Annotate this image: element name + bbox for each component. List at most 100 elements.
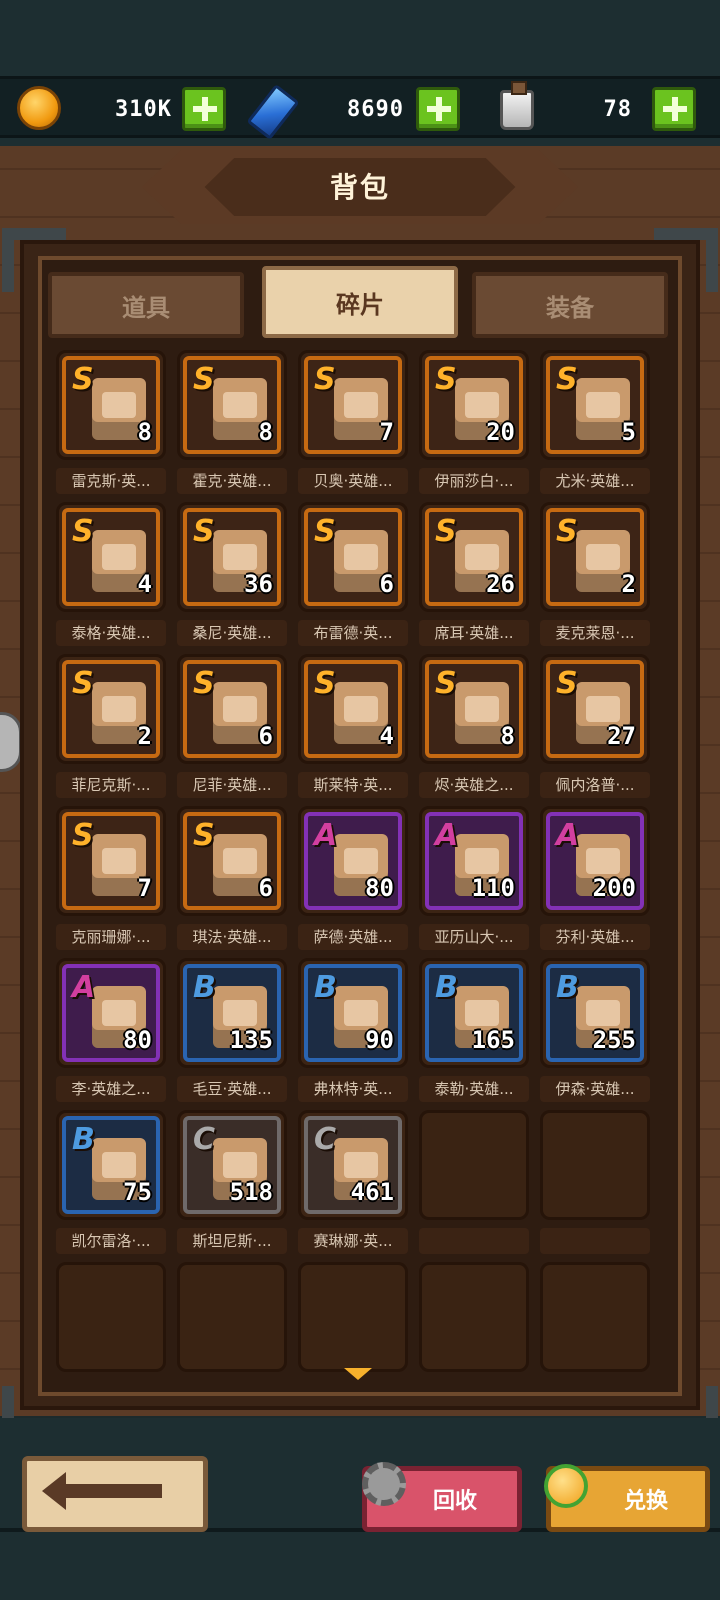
fragment-slot[interactable]: S 27 bbox=[540, 654, 650, 764]
fragment-slot[interactable]: B 165 bbox=[419, 958, 529, 1068]
hero-name-label: 麦克莱恩·... bbox=[540, 620, 650, 646]
rarity-frame: S 27 bbox=[546, 660, 644, 758]
fragment-count: 255 bbox=[592, 1026, 636, 1054]
fragment-slot[interactable]: B 255 bbox=[540, 958, 650, 1068]
fragment-count: 6 bbox=[379, 570, 394, 598]
page-title: 背包 bbox=[329, 171, 390, 204]
hero-name-label: 霍克·英雄... bbox=[177, 468, 287, 494]
fragment-slot[interactable]: S7 bbox=[298, 350, 408, 460]
fragment-count: 20 bbox=[486, 418, 515, 446]
fragment-slot[interactable]: S5 bbox=[540, 350, 650, 460]
hero-name-label: 贝奥·英雄... bbox=[298, 468, 408, 494]
fragment-slot[interactable]: S 26 bbox=[419, 502, 529, 612]
fragment-count: 90 bbox=[365, 1026, 394, 1054]
tab-items[interactable]: 道具 bbox=[48, 272, 244, 338]
fragment-slot[interactable]: S2 bbox=[56, 654, 166, 764]
fragment-count: 8 bbox=[500, 722, 515, 750]
rarity-frame: S2 bbox=[546, 508, 644, 606]
potion-amount: 78 bbox=[603, 97, 632, 122]
rarity-frame: S4 bbox=[62, 508, 160, 606]
hero-name-label: 桑尼·英雄... bbox=[177, 620, 287, 646]
fragment-slot[interactable]: S7 bbox=[56, 806, 166, 916]
fragment-slot[interactable]: A 80 bbox=[56, 958, 166, 1068]
rarity-frame: A 110 bbox=[425, 812, 523, 910]
hero-name-label: 毛豆·英雄... bbox=[177, 1076, 287, 1102]
gold-amount: 310K bbox=[115, 97, 172, 122]
add-gold-button[interactable] bbox=[182, 87, 226, 131]
fragment-count: 518 bbox=[229, 1178, 273, 1206]
rank-badge: S bbox=[556, 514, 578, 549]
fragment-slot[interactable]: A 110 bbox=[419, 806, 529, 916]
fragment-slot[interactable]: A 200 bbox=[540, 806, 650, 916]
rarity-frame: S8 bbox=[62, 356, 160, 454]
rarity-frame: A 80 bbox=[304, 812, 402, 910]
empty-slot bbox=[419, 1110, 529, 1220]
fragment-slot[interactable]: B 135 bbox=[177, 958, 287, 1068]
rank-badge: A bbox=[72, 970, 96, 1005]
fragment-slot[interactable]: S2 bbox=[540, 502, 650, 612]
rank-badge: S bbox=[435, 666, 457, 701]
hero-name-label: 芬利·英雄... bbox=[540, 924, 650, 950]
rarity-frame: C 518 bbox=[183, 1116, 281, 1214]
hero-name-label: 伊森·英雄... bbox=[540, 1076, 650, 1102]
fragment-count: 4 bbox=[379, 722, 394, 750]
fragment-slot[interactable]: S4 bbox=[298, 654, 408, 764]
hero-name-label: 亚历山大·... bbox=[419, 924, 529, 950]
fragment-slot[interactable]: S8 bbox=[177, 350, 287, 460]
rank-badge: C bbox=[193, 1122, 216, 1157]
fragment-slot[interactable]: A 80 bbox=[298, 806, 408, 916]
fragment-slot[interactable]: B 90 bbox=[298, 958, 408, 1068]
fragment-count: 7 bbox=[137, 874, 152, 902]
fragment-slot[interactable]: S 36 bbox=[177, 502, 287, 612]
fragment-slot[interactable]: S8 bbox=[56, 350, 166, 460]
fragment-count: 75 bbox=[123, 1178, 152, 1206]
rank-badge: S bbox=[72, 514, 94, 549]
fragment-slot[interactable]: B 75 bbox=[56, 1110, 166, 1220]
fragment-slot[interactable]: S4 bbox=[56, 502, 166, 612]
rarity-frame: S8 bbox=[183, 356, 281, 454]
rarity-frame: S7 bbox=[62, 812, 160, 910]
empty-slot bbox=[540, 1262, 650, 1372]
tab-equipment[interactable]: 装备 bbox=[472, 272, 668, 338]
rarity-frame: B 90 bbox=[304, 964, 402, 1062]
rarity-frame: B 135 bbox=[183, 964, 281, 1062]
fragment-slot[interactable]: S8 bbox=[419, 654, 529, 764]
rank-badge: A bbox=[314, 818, 338, 853]
rank-badge: C bbox=[314, 1122, 337, 1157]
rank-badge: S bbox=[435, 362, 457, 397]
rarity-frame: B 255 bbox=[546, 964, 644, 1062]
fragment-count: 5 bbox=[621, 418, 636, 446]
fragment-count: 4 bbox=[137, 570, 152, 598]
fragment-slot[interactable]: S6 bbox=[177, 654, 287, 764]
hero-name-label: 布雷德·英... bbox=[298, 620, 408, 646]
fragment-count: 80 bbox=[365, 874, 394, 902]
empty-slot bbox=[540, 1110, 650, 1220]
fragment-slot[interactable]: S6 bbox=[298, 502, 408, 612]
empty-slot bbox=[177, 1262, 287, 1372]
fragment-count: 2 bbox=[137, 722, 152, 750]
rank-badge: S bbox=[556, 362, 578, 397]
hero-name-label: 李·英雄之... bbox=[56, 1076, 166, 1102]
add-potion-button[interactable] bbox=[652, 87, 696, 131]
rank-badge: S bbox=[556, 666, 578, 701]
rank-badge: S bbox=[314, 666, 336, 701]
recycle-gear-icon bbox=[362, 1462, 406, 1506]
rank-badge: B bbox=[556, 970, 579, 1005]
fragment-slot[interactable]: S6 bbox=[177, 806, 287, 916]
hero-name-label: 泰格·英雄... bbox=[56, 620, 166, 646]
rarity-frame: S 20 bbox=[425, 356, 523, 454]
rank-badge: S bbox=[72, 362, 94, 397]
fragment-slot[interactable]: S 20 bbox=[419, 350, 529, 460]
hero-name-label: 泰勒·英雄... bbox=[419, 1076, 529, 1102]
rank-badge: S bbox=[72, 666, 94, 701]
fragment-slot[interactable]: C 518 bbox=[177, 1110, 287, 1220]
rarity-frame: B 75 bbox=[62, 1116, 160, 1214]
tab-fragments[interactable]: 碎片 bbox=[262, 266, 458, 338]
fragment-slot[interactable]: C 461 bbox=[298, 1110, 408, 1220]
rank-badge: B bbox=[72, 1122, 95, 1157]
fragment-count: 165 bbox=[471, 1026, 515, 1054]
add-gem-button[interactable] bbox=[416, 87, 460, 131]
hero-name-label: 席耳·英雄... bbox=[419, 620, 529, 646]
rank-badge: B bbox=[314, 970, 337, 1005]
hero-name-label: 菲尼克斯·... bbox=[56, 772, 166, 798]
